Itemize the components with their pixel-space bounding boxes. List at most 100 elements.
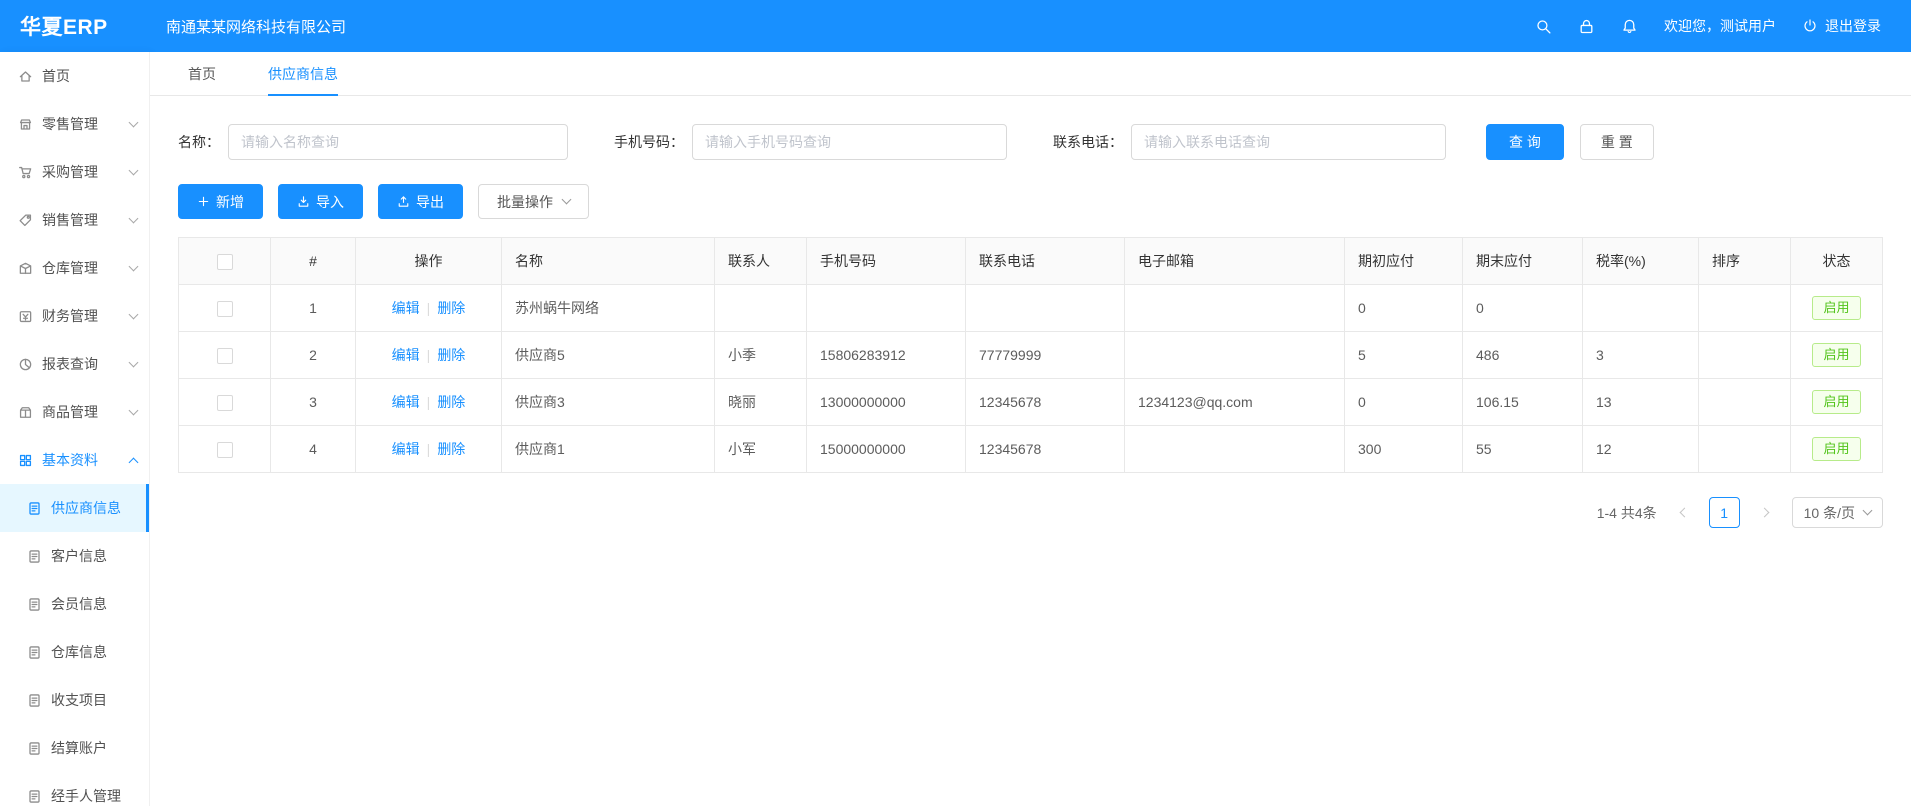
sort-cell — [1699, 332, 1791, 379]
sidebar-item-income-expense[interactable]: 收支项目 — [0, 676, 149, 724]
add-button-label: 新增 — [216, 192, 244, 212]
sidebar-item-member-info[interactable]: 会员信息 — [0, 580, 149, 628]
batch-operations-button[interactable]: 批量操作 — [478, 184, 589, 219]
index-cell: 4 — [271, 426, 356, 473]
mobile-cell: 13000000000 — [807, 379, 966, 426]
chevron-down-icon — [130, 267, 137, 270]
search-button[interactable]: 查 询 — [1486, 124, 1564, 160]
pagination: 1-4 共4条 1 10 条/页 — [178, 497, 1883, 528]
sidebar-item-label: 零售管理 — [42, 114, 130, 134]
actions-cell: 编辑|删除 — [356, 379, 502, 426]
file-icon — [27, 645, 42, 660]
sidebar-item-sales[interactable]: 销售管理 — [0, 196, 149, 244]
begin-payable-cell: 300 — [1345, 426, 1463, 473]
sidebar-item-settlement-account[interactable]: 结算账户 — [0, 724, 149, 772]
table-toolbar: 新增 导入 导出 批量操作 — [178, 184, 1883, 219]
delete-link[interactable]: 删除 — [437, 347, 465, 363]
bell-icon[interactable] — [1621, 18, 1638, 35]
edit-link[interactable]: 编辑 — [392, 441, 420, 457]
sidebar-item-retail[interactable]: 零售管理 — [0, 100, 149, 148]
sidebar-item-label: 财务管理 — [42, 306, 130, 326]
mobile-filter-label: 手机号码： — [614, 132, 684, 152]
delete-link[interactable]: 删除 — [437, 394, 465, 410]
name-filter-label: 名称： — [178, 132, 220, 152]
contact-cell — [715, 285, 807, 332]
telephone-cell: 12345678 — [966, 426, 1125, 473]
name-cell: 供应商3 — [502, 379, 715, 426]
sidebar-item-warehouse[interactable]: 仓库管理 — [0, 244, 149, 292]
chevron-down-icon — [130, 123, 137, 126]
sidebar-item-goods[interactable]: 商品管理 — [0, 388, 149, 436]
sidebar-item-label: 客户信息 — [51, 546, 137, 566]
export-button[interactable]: 导出 — [378, 184, 463, 219]
sidebar-item-customer-info[interactable]: 客户信息 — [0, 532, 149, 580]
delete-link[interactable]: 删除 — [437, 441, 465, 457]
filter-bar: 名称： 手机号码： 联系电话： 查 询 重 置 — [178, 124, 1883, 160]
name-filter: 名称： — [178, 124, 568, 160]
column-header-mobile: 手机号码 — [807, 238, 966, 285]
app-logo: 华夏ERP — [0, 11, 150, 41]
sidebar-item-handler-management[interactable]: 经手人管理 — [0, 772, 149, 806]
status-cell: 启用 — [1791, 332, 1883, 379]
select-all-checkbox[interactable] — [217, 254, 233, 270]
prev-page-button[interactable] — [1669, 498, 1697, 528]
sidebar-item-finance[interactable]: 财务管理 — [0, 292, 149, 340]
lock-icon[interactable] — [1578, 18, 1595, 35]
reset-button[interactable]: 重 置 — [1580, 124, 1654, 160]
tax-rate-cell: 13 — [1583, 379, 1699, 426]
sidebar-item-label: 销售管理 — [42, 210, 130, 230]
page-number-button[interactable]: 1 — [1709, 497, 1740, 528]
tab-home[interactable]: 首页 — [188, 52, 216, 95]
column-header-tax-rate: 税率(%) — [1583, 238, 1699, 285]
import-button[interactable]: 导入 — [278, 184, 363, 219]
sidebar-item-reports[interactable]: 报表查询 — [0, 340, 149, 388]
page-size-select[interactable]: 10 条/页 — [1792, 497, 1883, 528]
chevron-down-icon — [130, 219, 137, 222]
mobile-filter-input[interactable] — [692, 124, 1007, 160]
plus-icon — [197, 195, 210, 208]
sidebar-item-basic-data[interactable]: 基本资料 — [0, 436, 149, 484]
sidebar-item-purchase[interactable]: 采购管理 — [0, 148, 149, 196]
row-checkbox[interactable] — [217, 348, 233, 364]
delete-link[interactable]: 删除 — [437, 300, 465, 316]
edit-link[interactable]: 编辑 — [392, 394, 420, 410]
sidebar-item-supplier-info[interactable]: 供应商信息 — [0, 484, 149, 532]
email-cell: 1234123@qq.com — [1125, 379, 1345, 426]
sidebar-item-label: 商品管理 — [42, 402, 130, 422]
name-cell: 供应商5 — [502, 332, 715, 379]
sidebar-item-label: 仓库信息 — [51, 642, 137, 662]
row-checkbox[interactable] — [217, 442, 233, 458]
sidebar-item-warehouse-info[interactable]: 仓库信息 — [0, 628, 149, 676]
add-button[interactable]: 新增 — [178, 184, 263, 219]
chevron-down-icon — [130, 171, 137, 174]
logout-button[interactable]: 退出登录 — [1802, 16, 1881, 36]
name-filter-input[interactable] — [228, 124, 568, 160]
status-badge: 启用 — [1812, 437, 1860, 461]
home-icon — [18, 69, 33, 84]
sidebar-item-home[interactable]: 首页 — [0, 52, 149, 100]
table-row: 2 编辑|删除 供应商5 小季 15806283912 77779999 5 4… — [179, 332, 1883, 379]
tax-rate-cell — [1583, 285, 1699, 332]
row-checkbox[interactable] — [217, 301, 233, 317]
edit-link[interactable]: 编辑 — [392, 300, 420, 316]
next-page-button[interactable] — [1752, 498, 1780, 528]
row-checkbox[interactable] — [217, 395, 233, 411]
tab-supplier-info[interactable]: 供应商信息 — [268, 52, 338, 95]
sidebar-item-label: 基本资料 — [42, 450, 130, 470]
tab-bar: 首页 供应商信息 — [150, 52, 1911, 96]
sidebar: 首页 零售管理 采购管理 销售管理 仓库管理 财务管理 — [0, 52, 150, 806]
page-size-value: 10 条/页 — [1804, 503, 1855, 523]
edit-link[interactable]: 编辑 — [392, 347, 420, 363]
search-icon[interactable] — [1535, 18, 1552, 35]
top-header: 华夏ERP 南通某某网络科技有限公司 欢迎您，测试用户 退出登录 — [0, 0, 1911, 52]
shop-icon — [18, 117, 33, 132]
import-button-label: 导入 — [316, 192, 344, 212]
sort-cell — [1699, 426, 1791, 473]
chevron-down-icon — [563, 200, 570, 203]
chevron-down-icon — [130, 363, 137, 366]
sort-cell — [1699, 379, 1791, 426]
telephone-filter-input[interactable] — [1131, 124, 1446, 160]
file-icon — [27, 693, 42, 708]
table-row: 4 编辑|删除 供应商1 小军 15000000000 12345678 300… — [179, 426, 1883, 473]
column-header-telephone: 联系电话 — [966, 238, 1125, 285]
